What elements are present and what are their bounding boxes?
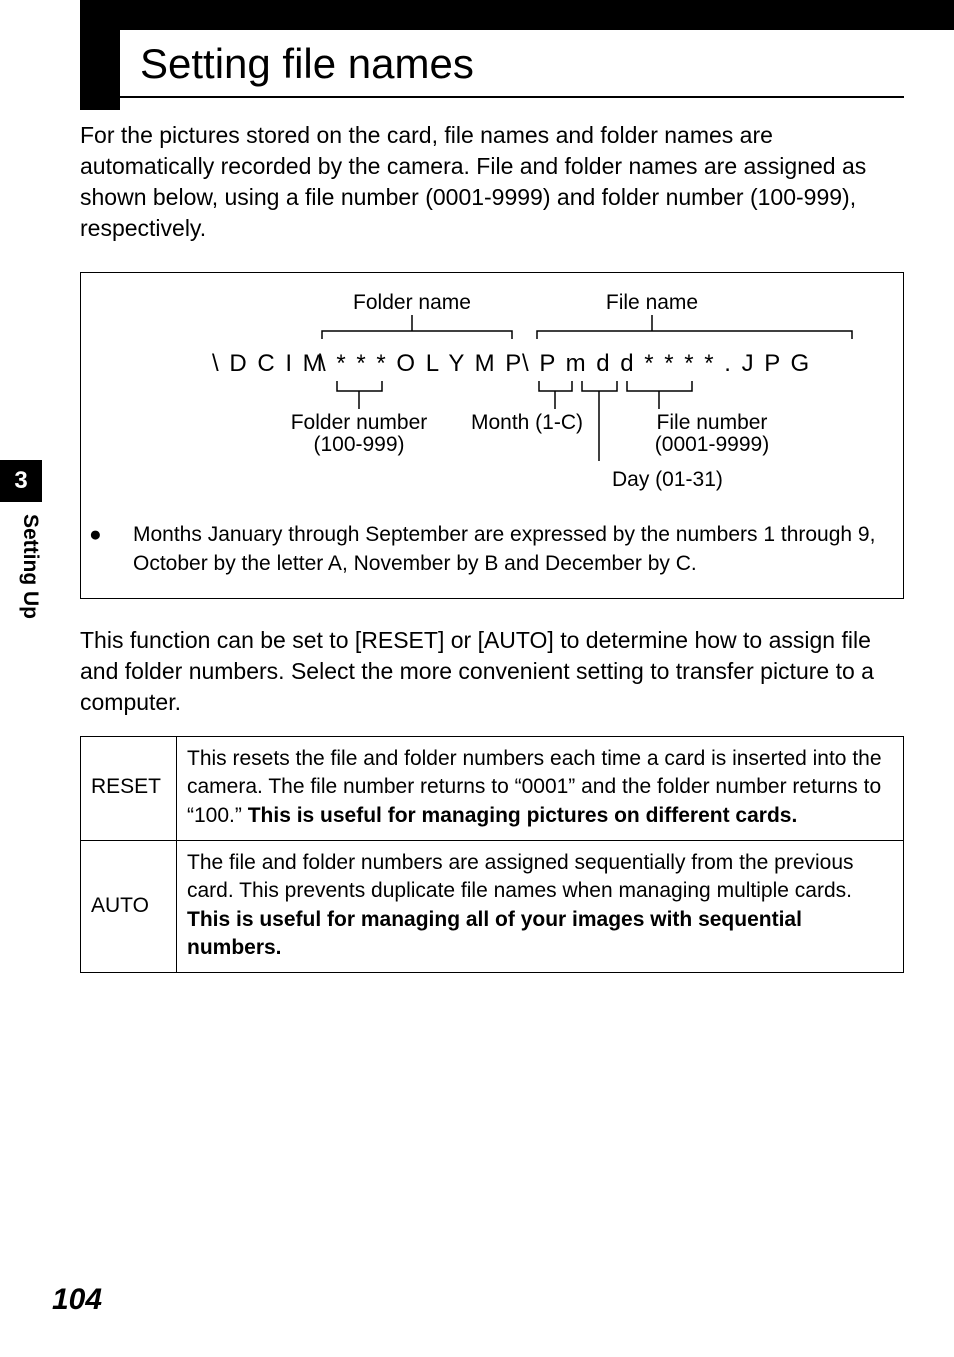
filename-diagram-box: Folder name File name \ D C I M \ * * * …	[80, 272, 904, 599]
folder-name-label: Folder name	[353, 291, 471, 314]
day-label: Day (01-31)	[612, 468, 723, 491]
banner-spine	[80, 0, 104, 110]
option-desc-reset-bold: This is useful for managing pictures on …	[248, 804, 798, 827]
path-olymp: \ * * * O L Y M P	[319, 350, 523, 377]
months-encoding-note: ●Months January through September are ex…	[101, 521, 883, 578]
file-number-label-l1: File number	[657, 411, 768, 434]
option-key-reset: RESET	[81, 737, 177, 841]
file-number-label-l2: (0001-9999)	[655, 433, 769, 456]
option-desc-auto: The file and folder numbers are assigned…	[177, 841, 904, 973]
option-desc-reset: This resets the file and folder numbers …	[177, 737, 904, 841]
path-dcim: \ D C I M	[212, 350, 325, 377]
page-content: For the pictures stored on the card, fil…	[80, 120, 904, 973]
month-label: Month (1-C)	[471, 411, 583, 434]
page-title: Setting file names	[140, 40, 474, 88]
table-row: RESET This resets the file and folder nu…	[81, 737, 904, 841]
path-pmdd: \ P m d d * * * * . J P G	[522, 350, 811, 377]
option-desc-auto-plain: The file and folder numbers are assigned…	[187, 851, 854, 902]
page-number: 104	[52, 1283, 102, 1317]
file-name-label: File name	[606, 291, 698, 314]
option-desc-auto-bold: This is useful for managing all of your …	[187, 908, 802, 959]
filename-diagram-svg: Folder name File name \ D C I M \ * * * …	[112, 291, 872, 511]
intro-paragraph: For the pictures stored on the card, fil…	[80, 120, 904, 244]
folder-number-label-l2: (100-999)	[313, 433, 404, 456]
table-row: AUTO The file and folder numbers are ass…	[81, 841, 904, 973]
function-description: This function can be set to [RESET] or […	[80, 625, 904, 718]
chapter-label: Setting Up	[0, 502, 42, 631]
options-table: RESET This resets the file and folder nu…	[80, 736, 904, 973]
chapter-tab: 3 Setting Up	[0, 460, 42, 631]
bullet-icon: ●	[111, 521, 133, 549]
chapter-number: 3	[0, 460, 42, 502]
option-key-auto: AUTO	[81, 841, 177, 973]
folder-number-label-l1: Folder number	[291, 411, 428, 434]
title-underline	[80, 96, 904, 98]
months-note-text: Months January through September are exp…	[133, 523, 875, 574]
